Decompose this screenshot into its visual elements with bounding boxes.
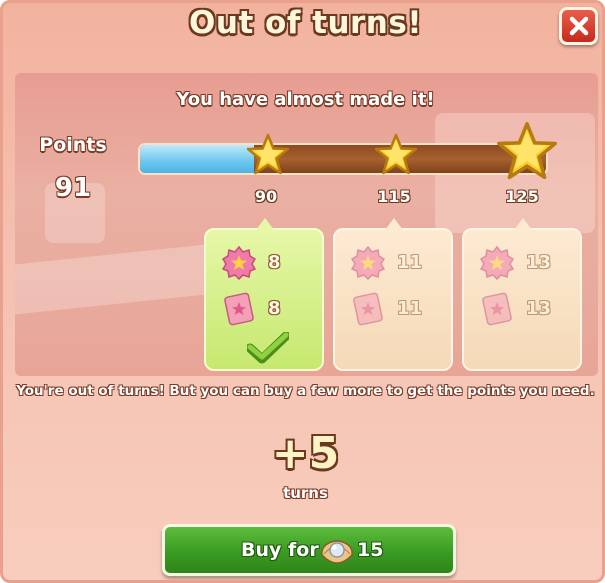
badge-count: 8: [268, 252, 281, 273]
ticket-count: 11: [397, 298, 423, 319]
reward-row-ticket: 13: [480, 292, 570, 328]
checkmark-icon: [247, 332, 289, 364]
star-badge-icon: [480, 246, 514, 280]
reward-row-badge: 13: [480, 246, 570, 282]
star-icon: [497, 122, 557, 180]
card-pointer: [385, 218, 403, 230]
dialog-subtitle: You have almost made it!: [176, 89, 435, 110]
ticket-icon: [353, 292, 383, 326]
close-icon[interactable]: [569, 16, 589, 36]
badge-count: 11: [397, 252, 423, 273]
background-decor: [15, 241, 235, 315]
buy-price: 15: [357, 539, 384, 561]
star-badge-icon: [351, 246, 385, 280]
out-of-turns-message: You're out of turns! But you can buy a f…: [16, 383, 595, 399]
star-icon: [374, 133, 418, 175]
reward-card-3: 13 13: [462, 218, 582, 371]
reward-row-badge: 11: [351, 246, 441, 282]
milestone-value: 125: [505, 187, 539, 206]
buy-turns-button[interactable]: Buy for 15: [162, 524, 456, 576]
reward-card-2: 11 11: [333, 218, 453, 371]
ticket-count: 8: [268, 298, 281, 319]
points-label: Points: [39, 134, 107, 156]
card-pointer: [514, 218, 532, 230]
card-pointer: [256, 218, 274, 230]
star-icon: [246, 133, 290, 175]
reward-row-ticket: 11: [351, 292, 441, 328]
buy-button-label: Buy for: [241, 539, 319, 561]
turns-amount: +5: [271, 428, 340, 479]
star-badge-icon: [222, 246, 256, 280]
milestone-value: 90: [254, 187, 278, 206]
points-progress-bar: [138, 143, 548, 175]
reward-row-ticket: 8: [222, 292, 312, 328]
close-button[interactable]: [559, 7, 598, 45]
reward-row-badge: 8: [222, 246, 312, 282]
pearl-icon: [321, 540, 353, 564]
points-value: 91: [54, 173, 92, 203]
out-of-turns-dialog: Out of turns! You have almost made it! P…: [0, 0, 605, 583]
dialog-title: Out of turns!: [189, 5, 422, 41]
milestone-value: 115: [377, 187, 411, 206]
badge-count: 13: [526, 252, 552, 273]
progress-bar-fill: [140, 145, 254, 173]
turns-label: turns: [283, 484, 328, 502]
reward-card-1: 8 8: [204, 218, 324, 371]
ticket-icon: [482, 292, 512, 326]
ticket-icon: [224, 292, 254, 326]
ticket-count: 13: [526, 298, 552, 319]
